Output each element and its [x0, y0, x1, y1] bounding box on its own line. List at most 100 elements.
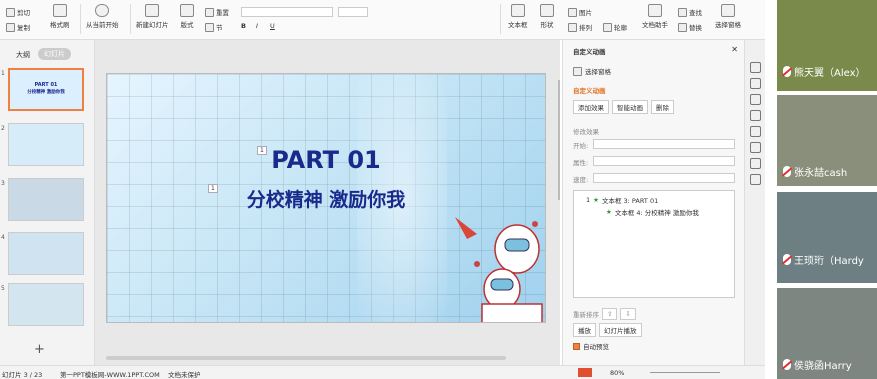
- move-down-button[interactable]: ⇩: [620, 308, 636, 320]
- mic-muted-icon: [783, 66, 791, 77]
- arrange-button[interactable]: 排列: [568, 22, 592, 32]
- play-from-current-button[interactable]: 从当前开始: [86, 4, 119, 29]
- slide-thumbnail-5[interactable]: [8, 178, 84, 221]
- delete-button[interactable]: 删除: [651, 100, 674, 114]
- mic-muted-icon: [783, 359, 791, 370]
- section-icon: [205, 22, 214, 32]
- horizontal-scrollbar[interactable]: [106, 356, 506, 360]
- bold-button[interactable]: B: [241, 22, 246, 30]
- property-select[interactable]: [593, 156, 735, 166]
- picture-button[interactable]: 图片: [568, 7, 592, 17]
- participant-tile[interactable]: 张永喆cash: [777, 95, 877, 186]
- selection-icon: [573, 66, 582, 76]
- tab-slides[interactable]: 幻灯片: [38, 48, 71, 60]
- status-bar: 幻灯片 3 / 23 第一PPT模板网-WWW.1PPT.COM 文档未保护 8…: [0, 365, 765, 379]
- slide-thumbnail-4[interactable]: [8, 123, 84, 166]
- zoom-slider[interactable]: [650, 372, 720, 373]
- settings-icon[interactable]: [749, 94, 761, 105]
- participant-tile[interactable]: 熊天翼（Alex）: [777, 0, 877, 91]
- find-button[interactable]: 查找: [678, 7, 702, 17]
- italic-button[interactable]: I: [256, 22, 258, 30]
- smart-animation-button[interactable]: 智能动画: [612, 100, 648, 114]
- move-up-button[interactable]: ⇧: [602, 308, 618, 320]
- ribbon-toolbar: 剪切 复制 格式刷 从当前开始 新建幻灯片 版式 重置 节 B I U 文本框 …: [0, 0, 765, 40]
- assistant-icon: [648, 4, 662, 17]
- copy-icon[interactable]: [749, 78, 761, 89]
- participant-label: 张永喆cash: [783, 164, 847, 179]
- mic-muted-icon: [783, 166, 791, 177]
- divider: [80, 4, 81, 34]
- cut-button[interactable]: 剪切: [6, 7, 30, 17]
- textbox-icon: [510, 4, 525, 17]
- animation-item[interactable]: ★ 文本框 4: 分校精神 激励你我: [606, 207, 699, 217]
- divider: [130, 4, 131, 34]
- layout-button[interactable]: 版式: [180, 4, 194, 29]
- animation-icon[interactable]: [749, 62, 761, 73]
- reset-button[interactable]: 重置: [205, 7, 229, 17]
- mic-muted-icon: [783, 254, 791, 265]
- slide-title[interactable]: PART 01: [107, 146, 545, 174]
- shapes-icon: [540, 4, 554, 17]
- underline-button[interactable]: U: [270, 22, 275, 30]
- slide-number: 2: [1, 125, 5, 132]
- scissors-icon: [6, 7, 15, 17]
- modify-label: 修改效果: [573, 128, 599, 136]
- slide-counter: 幻灯片 3 / 23: [2, 371, 43, 379]
- new-slide-button[interactable]: 新建幻灯片: [136, 4, 169, 29]
- font-size-select[interactable]: [338, 7, 368, 17]
- play-button[interactable]: 播放: [573, 323, 596, 337]
- selection-pane-button[interactable]: 选择窗格: [715, 4, 741, 29]
- divider: [500, 4, 501, 34]
- zoom-level[interactable]: 80%: [610, 369, 624, 377]
- start-select[interactable]: [593, 139, 735, 149]
- close-icon[interactable]: ✕: [731, 45, 738, 54]
- replace-icon: [678, 22, 687, 32]
- auto-preview-label: 自动预览: [583, 343, 609, 351]
- animation-list: 1 ★ 文本框 3: PART 01 ★ 文本框 4: 分校精神 激励你我: [573, 190, 735, 298]
- speed-select[interactable]: [593, 173, 735, 183]
- font-name-select[interactable]: [241, 7, 333, 17]
- outline-button[interactable]: 轮廓: [603, 22, 627, 32]
- slide-thumbnail-7[interactable]: [8, 283, 84, 326]
- window-icon[interactable]: [749, 126, 761, 137]
- tab-outline[interactable]: 大纲: [16, 50, 30, 60]
- edit-icon[interactable]: [749, 110, 761, 121]
- shapes-button[interactable]: 形状: [540, 4, 554, 29]
- share-icon[interactable]: [749, 158, 761, 169]
- slideshow-button[interactable]: 幻灯片播放: [599, 323, 642, 337]
- slide-number: 3: [1, 180, 5, 187]
- help-icon[interactable]: [749, 142, 761, 153]
- doc-assistant-button[interactable]: 文档助手: [642, 4, 668, 29]
- outline-icon: [603, 22, 612, 32]
- layout-icon: [180, 4, 194, 17]
- add-effect-button[interactable]: 添加效果: [573, 100, 609, 114]
- slide-subtitle[interactable]: 分校精神 激励你我: [107, 185, 545, 212]
- slide-thumbnail-6[interactable]: [8, 232, 84, 275]
- animation-item[interactable]: 1 ★ 文本框 3: PART 01: [586, 195, 658, 205]
- location-icon[interactable]: [749, 174, 761, 185]
- section-button[interactable]: 节: [205, 22, 223, 32]
- section-title: 自定义动画: [573, 87, 606, 95]
- slide-thumbnail-3[interactable]: PART 01 分校精神 激励你我: [8, 68, 84, 111]
- speed-label: 速度:: [573, 176, 589, 184]
- start-label: 开始:: [573, 142, 589, 150]
- selection-pane-link[interactable]: 选择窗格: [573, 66, 611, 76]
- medic-illustration: [455, 217, 543, 322]
- brush-icon: [52, 4, 67, 17]
- participant-tile[interactable]: 侯骁函Harry: [777, 288, 877, 379]
- slideshow-play-button[interactable]: [578, 368, 592, 377]
- participant-tile[interactable]: 王顼珩（Hardy: [777, 192, 877, 283]
- doc-protect-status[interactable]: 文档未保护: [168, 369, 201, 379]
- star-icon: ★: [606, 208, 612, 216]
- picture-icon: [568, 7, 577, 17]
- copy-button[interactable]: 复制: [6, 22, 30, 32]
- add-slide-button[interactable]: +: [34, 342, 45, 357]
- play-icon: [95, 4, 110, 17]
- theme-name: 第一PPT模板网-WWW.1PPT.COM: [60, 371, 160, 379]
- textbox-button[interactable]: 文本框: [508, 4, 528, 29]
- format-painter-button[interactable]: 格式刷: [50, 4, 70, 29]
- vertical-scrollbar[interactable]: [558, 80, 560, 200]
- auto-preview-checkbox[interactable]: [573, 342, 580, 350]
- replace-button[interactable]: 替换: [678, 22, 702, 32]
- slide-canvas[interactable]: 1 1 PART 01 分校精神 激励你我: [106, 73, 546, 323]
